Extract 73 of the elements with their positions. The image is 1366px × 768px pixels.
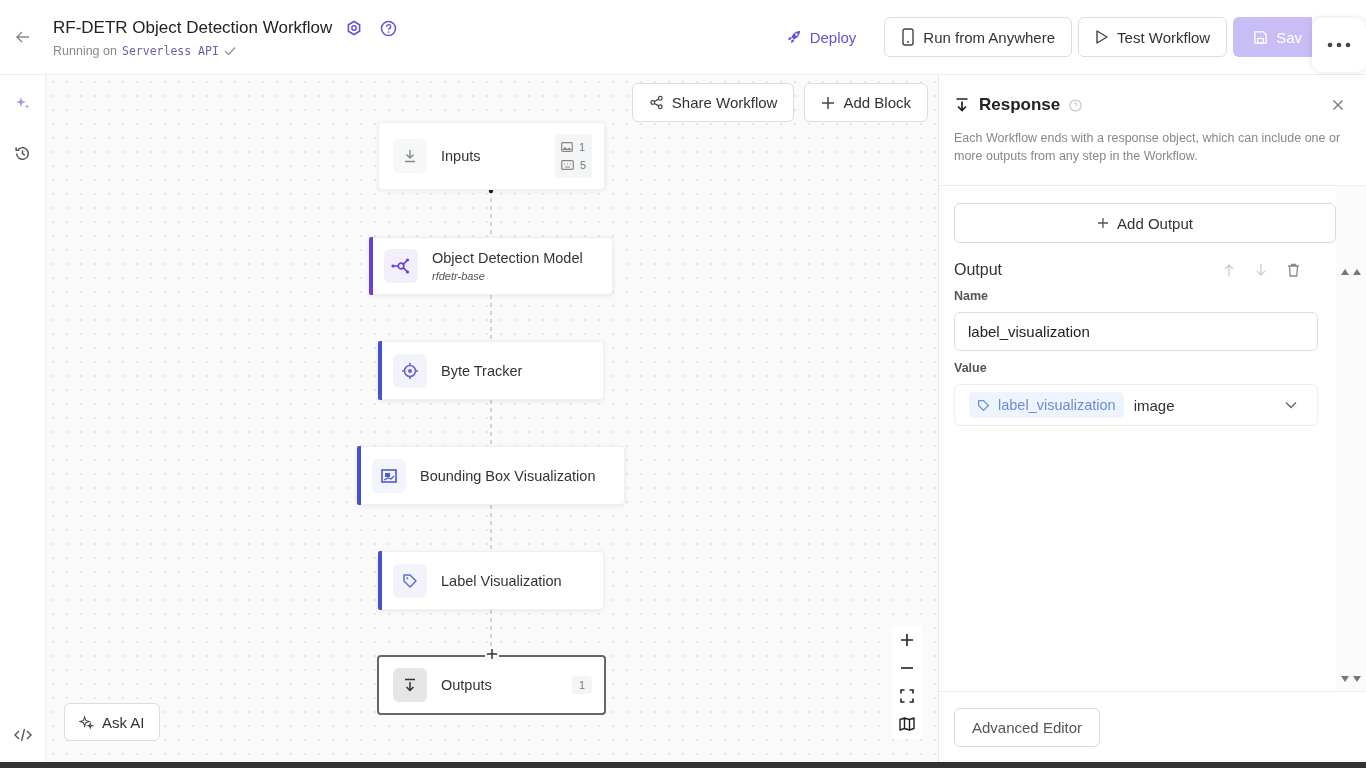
save-icon <box>1253 29 1269 45</box>
more-icon <box>1327 42 1351 48</box>
keyboard-icon <box>560 160 574 170</box>
zoom-in-icon[interactable] <box>900 633 914 647</box>
image-icon <box>372 458 406 493</box>
plus-icon <box>821 95 836 110</box>
node-label: Byte Tracker <box>441 362 523 379</box>
node-label: Object Detection Model <box>432 250 583 266</box>
image-icon <box>560 142 573 152</box>
history-icon[interactable] <box>14 145 31 162</box>
connector-line <box>490 504 492 552</box>
node-label: Bounding Box Visualization <box>420 467 596 484</box>
plus-icon <box>1097 217 1110 229</box>
field-label: Value <box>954 361 988 375</box>
count-label: 5 <box>579 159 586 171</box>
count-label: 1 <box>578 141 585 153</box>
network-icon <box>384 249 418 283</box>
value-dropdown[interactable]: label_visualization image <box>954 384 1318 426</box>
add-output-button[interactable]: Add Output <box>954 203 1336 243</box>
trash-icon[interactable] <box>1287 263 1300 277</box>
close-icon[interactable] <box>1332 99 1344 111</box>
add-block-button[interactable]: Add Block <box>804 83 928 122</box>
runtime-label: Running on <box>53 44 117 58</box>
panel-title: Response <box>979 95 1061 115</box>
advanced-editor-button[interactable]: Advanced Editor <box>954 707 1101 747</box>
fit-view-icon[interactable] <box>900 689 914 703</box>
scroll-down-icon[interactable] <box>1340 675 1362 683</box>
code-icon[interactable] <box>12 728 33 742</box>
outputs-icon <box>393 668 427 702</box>
deploy-link[interactable]: Deploy <box>771 17 871 57</box>
chevron-down-icon <box>1285 401 1297 409</box>
scroll-up-icon[interactable] <box>1340 268 1362 276</box>
node-label: Label Visualization <box>441 572 562 589</box>
node-label: Inputs <box>441 148 481 164</box>
connector-line <box>490 294 492 342</box>
workflow-canvas[interactable]: Share Workflow Add Block Inputs 1 5 Object Detection Model rfdetr-base Byte Tracker Bounding Box Visualization Label Visualization Outputs 1 Ask AI <box>46 75 938 762</box>
workflow-node[interactable]: Label Visualization <box>378 551 604 610</box>
share-icon <box>648 95 664 110</box>
outputs-icon <box>954 97 970 113</box>
settings-icon[interactable] <box>346 20 363 36</box>
play-icon <box>1095 29 1110 45</box>
workflow-node[interactable]: Byte Tracker <box>378 341 604 400</box>
download-icon <box>393 139 427 173</box>
name-field[interactable]: label_visualization <box>954 312 1318 351</box>
action-button[interactable]: Run from Anywhere <box>884 17 1073 57</box>
output-heading: Output <box>954 261 1003 279</box>
connector-line <box>490 399 492 447</box>
rocket-icon <box>785 29 802 45</box>
workflow-node[interactable]: Object Detection Model rfdetr-base <box>369 237 613 295</box>
target-icon <box>393 353 427 388</box>
node-label: Outputs <box>441 677 492 693</box>
workflow-title: RF-DETR Object Detection Workflow <box>53 18 333 38</box>
workflow-node[interactable]: Inputs 1 5 <box>378 122 605 190</box>
back-icon[interactable] <box>15 29 31 45</box>
action-button[interactable]: Test Workflow <box>1078 17 1228 57</box>
ask-ai-button[interactable]: Ask AI <box>64 703 160 741</box>
share-button[interactable]: Share Workflow <box>631 83 795 122</box>
add-step-icon[interactable] <box>484 647 499 661</box>
help-icon[interactable] <box>380 19 398 37</box>
value-type: image <box>1133 396 1175 414</box>
workflow-node[interactable]: Outputs 1 <box>377 655 606 715</box>
workflow-node[interactable]: Bounding Box Visualization <box>357 446 625 505</box>
tag-icon <box>977 398 990 412</box>
panel-description: Each Workflow ends with a response object, which can include one or more outputs from any step in the Workflow. <box>954 130 1342 165</box>
map-icon[interactable] <box>899 717 915 731</box>
tag-icon <box>393 563 427 598</box>
field-label: Name <box>954 289 990 303</box>
sparkle-icon <box>79 714 94 730</box>
count-badge: 1 <box>571 676 592 694</box>
node-subtitle: rfdetr-base <box>432 270 486 282</box>
value-tag: label_visualization <box>969 392 1124 418</box>
phone-icon <box>901 28 916 46</box>
runtime-name[interactable]: Serverless API <box>121 44 219 58</box>
